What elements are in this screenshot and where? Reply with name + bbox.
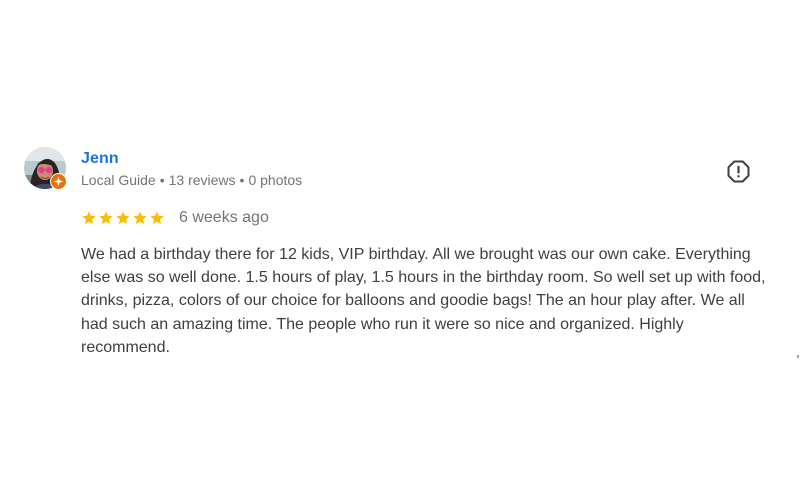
reviewer-name-link[interactable]: Jenn xyxy=(81,150,119,168)
meta-separator: • xyxy=(159,172,165,188)
review-date: 6 weeks ago xyxy=(179,209,269,226)
scrollbar-edge xyxy=(797,355,799,358)
star-icon xyxy=(133,211,147,225)
report-review-button[interactable] xyxy=(724,157,753,186)
reviewer-avatar[interactable] xyxy=(24,147,68,191)
review-card: Jenn Local Guide • 13 reviews • 0 photos 6 w… xyxy=(0,0,800,480)
star-icon xyxy=(82,211,96,225)
star-icon xyxy=(150,211,164,225)
local-guide-star-icon xyxy=(50,173,67,190)
reviewer-meta: Local Guide • 13 reviews • 0 photos xyxy=(81,172,302,188)
review-text: We had a birthday there for 12 kids, VIP… xyxy=(81,246,766,356)
meta-separator: • xyxy=(239,172,245,188)
photo-count: 0 photos xyxy=(248,172,303,188)
review-count: 13 reviews xyxy=(168,172,236,188)
star-icon xyxy=(116,211,130,225)
rating-row: 6 weeks ago xyxy=(81,208,269,228)
local-guide-label: Local Guide xyxy=(81,172,156,188)
report-icon xyxy=(727,160,750,183)
star-rating xyxy=(81,210,165,226)
star-icon xyxy=(99,211,113,225)
